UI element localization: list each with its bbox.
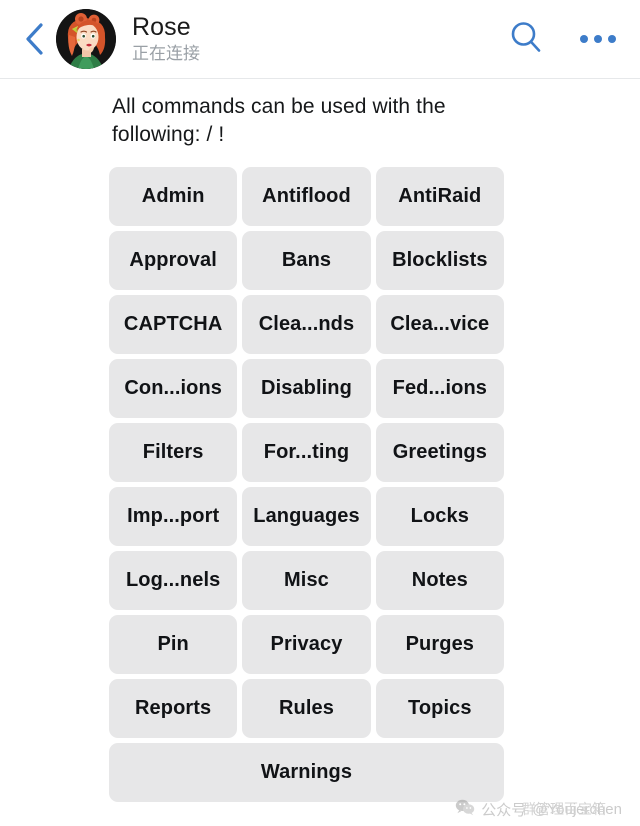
avatar[interactable] — [56, 9, 116, 69]
kb-button-locks[interactable]: Locks — [375, 487, 504, 547]
kb-button-bans[interactable]: Bans — [242, 231, 371, 291]
kb-button-approval[interactable]: Approval — [109, 231, 238, 291]
chat-header: Rose 正在连接 — [0, 0, 640, 79]
keyboard-row: CAPTCHA Clea...nds Clea...vice — [109, 295, 504, 355]
kb-button-clean-service[interactable]: Clea...vice — [375, 295, 504, 355]
kb-button-federations[interactable]: Fed...ions — [375, 359, 504, 419]
kb-button-clean-commands[interactable]: Clea...nds — [242, 295, 371, 355]
kb-button-antiraid[interactable]: AntiRaid — [375, 167, 504, 227]
kb-button-import-export[interactable]: Imp...port — [109, 487, 238, 547]
kb-button-admin[interactable]: Admin — [109, 167, 238, 227]
kb-button-rules[interactable]: Rules — [242, 679, 371, 739]
kb-button-pin[interactable]: Pin — [109, 615, 238, 675]
inline-keyboard: Admin Antiflood AntiRaid Approval Bans B… — [0, 167, 640, 803]
keyboard-row: Admin Antiflood AntiRaid — [109, 167, 504, 227]
kb-button-reports[interactable]: Reports — [109, 679, 238, 739]
chat-body: All commands can be used with the follow… — [0, 79, 640, 826]
keyboard-row: Imp...port Languages Locks — [109, 487, 504, 547]
kb-button-filters[interactable]: Filters — [109, 423, 238, 483]
kb-button-disabling[interactable]: Disabling — [242, 359, 371, 419]
kb-button-notes[interactable]: Notes — [375, 551, 504, 611]
kb-button-log-channels[interactable]: Log...nels — [109, 551, 238, 611]
kb-button-antiflood[interactable]: Antiflood — [242, 167, 371, 227]
kb-button-greetings[interactable]: Greetings — [375, 423, 504, 483]
keyboard-row: Reports Rules Topics — [109, 679, 504, 739]
keyboard-row: Warnings — [109, 743, 504, 803]
keyboard-row: Filters For...ting Greetings — [109, 423, 504, 483]
chat-title-block[interactable]: Rose 正在连接 — [132, 13, 506, 65]
watermark-handle: @Youjerchen — [532, 800, 622, 818]
keyboard-row: Pin Privacy Purges — [109, 615, 504, 675]
kb-button-captcha[interactable]: CAPTCHA — [109, 295, 238, 355]
keyboard-row: Con...ions Disabling Fed...ions — [109, 359, 504, 419]
search-button[interactable] — [506, 19, 546, 59]
keyboard-row: Log...nels Misc Notes — [109, 551, 504, 611]
chat-status: 正在连接 — [132, 43, 200, 63]
kb-button-privacy[interactable]: Privacy — [242, 615, 371, 675]
kb-button-misc[interactable]: Misc — [242, 551, 371, 611]
back-button[interactable] — [14, 17, 54, 61]
kb-button-languages[interactable]: Languages — [242, 487, 371, 547]
chat-title: Rose — [132, 12, 191, 41]
kb-button-connections[interactable]: Con...ions — [109, 359, 238, 419]
rose-avatar-image — [56, 9, 116, 69]
kb-button-warnings[interactable]: Warnings — [109, 743, 504, 803]
message-text: All commands can be used with the follow… — [112, 95, 446, 146]
kb-button-purges[interactable]: Purges — [375, 615, 504, 675]
kb-button-formatting[interactable]: For...ting — [242, 423, 371, 483]
more-options-icon — [580, 35, 616, 43]
header-actions — [506, 19, 618, 59]
search-icon — [509, 20, 543, 59]
kb-button-blocklists[interactable]: Blocklists — [375, 231, 504, 291]
kb-button-topics[interactable]: Topics — [375, 679, 504, 739]
chevron-left-icon — [23, 22, 45, 56]
more-options-button[interactable] — [578, 19, 618, 59]
keyboard-row: Approval Bans Blocklists — [109, 231, 504, 291]
